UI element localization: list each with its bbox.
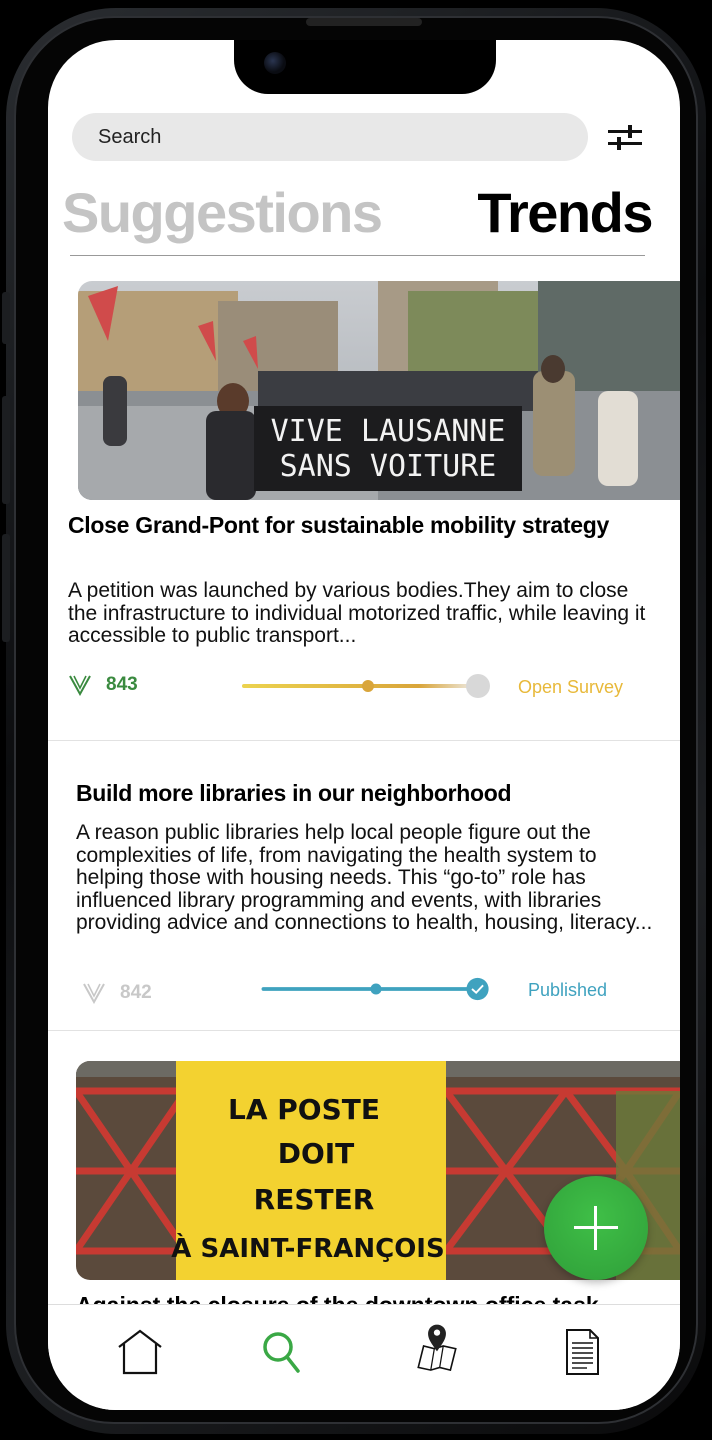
card-separator bbox=[48, 1030, 680, 1031]
banner-text-line1: VIVE LAUSANNE bbox=[271, 414, 506, 449]
mute-button bbox=[2, 292, 10, 344]
earpiece-speaker bbox=[306, 18, 422, 26]
banner-text-line1: LA POSTE bbox=[228, 1093, 380, 1126]
document-icon[interactable] bbox=[557, 1327, 607, 1377]
laurel-vote-icon bbox=[83, 983, 105, 1004]
filter-sliders-icon[interactable] bbox=[606, 122, 644, 154]
post-description: A reason public libraries help local peo… bbox=[76, 821, 653, 934]
tab-bar: Suggestions Trends bbox=[62, 180, 653, 245]
search-icon[interactable] bbox=[258, 1327, 308, 1377]
status-label[interactable]: Published bbox=[528, 980, 607, 1001]
progress-slider bbox=[242, 674, 490, 698]
vote-number: 843 bbox=[106, 674, 138, 695]
post-image: VIVE LAUSANNE SANS VOITURE bbox=[78, 281, 680, 500]
map-icon[interactable] bbox=[412, 1321, 462, 1371]
laurel-vote-icon bbox=[69, 675, 91, 696]
add-post-button[interactable] bbox=[544, 1176, 648, 1280]
notch bbox=[234, 40, 496, 94]
banner-text-line2: DOIT bbox=[278, 1137, 355, 1170]
volume-down-button bbox=[2, 534, 10, 642]
phone-frame: Search Suggestions Trends VIVE LAUSANNE … bbox=[0, 0, 712, 1440]
status-label[interactable]: Open Survey bbox=[518, 677, 623, 698]
banner-text-line4: À SAINT-FRANÇOIS bbox=[171, 1232, 444, 1264]
banner-text-line2: SANS VOITURE bbox=[280, 449, 497, 484]
front-camera bbox=[264, 52, 286, 74]
tab-divider bbox=[70, 255, 645, 256]
vote-count[interactable]: 843 bbox=[68, 674, 138, 696]
post-title: Close Grand-Pont for sustainable mobilit… bbox=[68, 512, 609, 538]
banner-text-line3: RESTER bbox=[254, 1183, 375, 1216]
vote-number: 842 bbox=[120, 982, 152, 1003]
tab-trends[interactable]: Trends bbox=[477, 180, 653, 245]
app-screen: Search Suggestions Trends VIVE LAUSANNE … bbox=[48, 40, 680, 1410]
card-separator bbox=[48, 740, 680, 741]
bottom-nav-bar bbox=[48, 1304, 680, 1410]
search-placeholder: Search bbox=[98, 125, 162, 148]
search-input[interactable]: Search bbox=[72, 113, 588, 161]
home-icon[interactable] bbox=[115, 1327, 165, 1377]
progress-slider bbox=[261, 977, 489, 1001]
tab-suggestions[interactable]: Suggestions bbox=[62, 180, 383, 245]
post-description: A petition was launched by various bodie… bbox=[68, 579, 646, 647]
vote-count[interactable]: 842 bbox=[82, 982, 152, 1004]
post-title: Build more libraries in our neighborhood bbox=[76, 780, 512, 806]
volume-up-button bbox=[2, 396, 10, 504]
